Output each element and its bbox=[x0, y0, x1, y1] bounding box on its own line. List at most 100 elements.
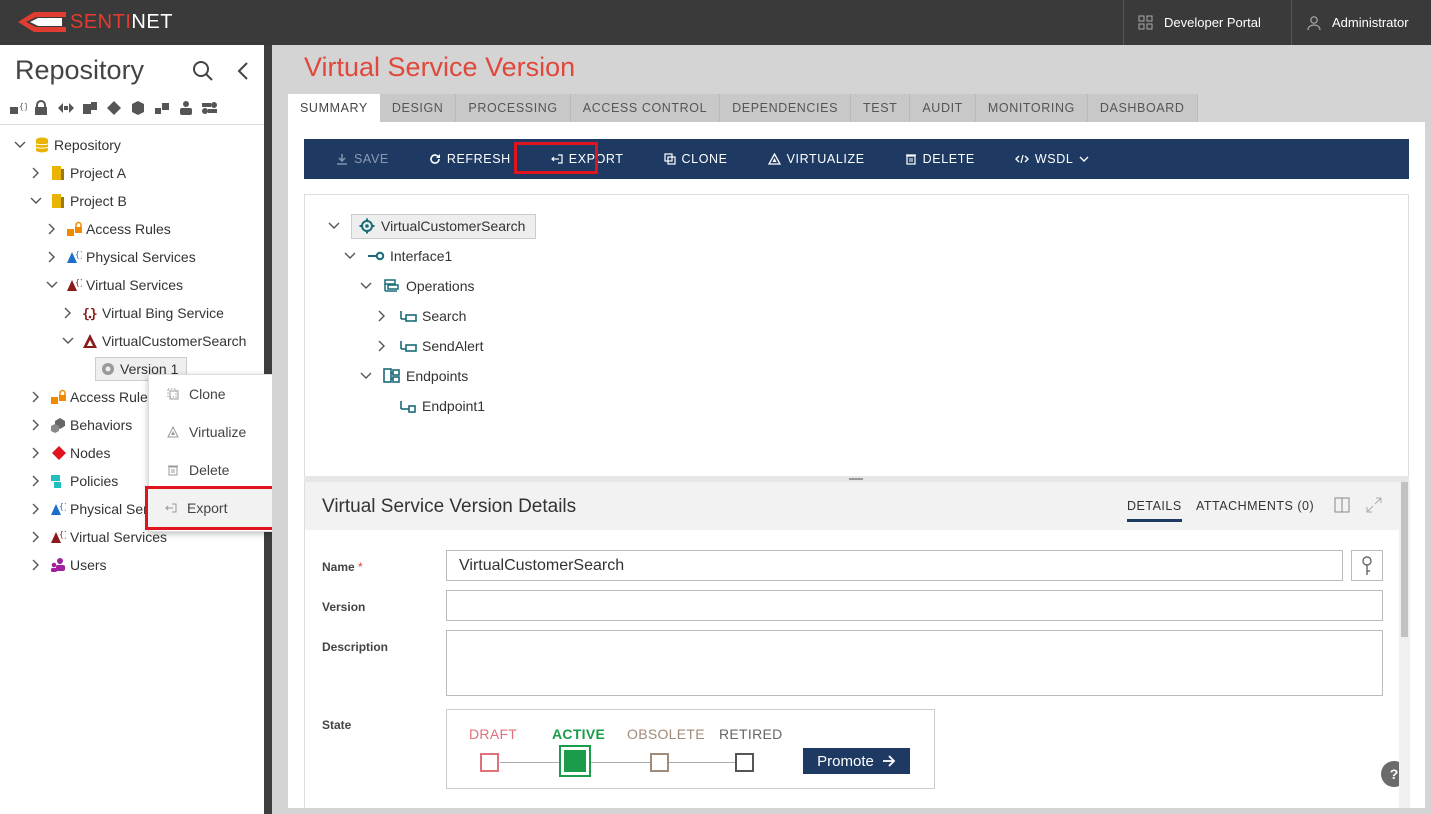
tab-dependencies[interactable]: DEPENDENCIES bbox=[720, 94, 852, 122]
scrollbar-thumb[interactable] bbox=[1401, 482, 1408, 637]
splitter-grip[interactable] bbox=[849, 478, 863, 480]
refresh-button[interactable]: REFRESH bbox=[409, 139, 531, 179]
tab-monitoring[interactable]: MONITORING bbox=[975, 94, 1088, 122]
chevron-right-icon[interactable] bbox=[28, 559, 44, 571]
tree-item-physical-services[interactable]: {} Physical Services bbox=[44, 245, 196, 269]
policies-filter-icon[interactable] bbox=[198, 97, 222, 119]
expand-icon[interactable] bbox=[1366, 497, 1382, 513]
chevron-right-icon[interactable] bbox=[28, 503, 44, 515]
service-filter-icon[interactable] bbox=[150, 97, 174, 119]
developer-portal-link[interactable]: Developer Portal bbox=[1123, 0, 1291, 45]
tree-label: Physical Ser bbox=[70, 501, 148, 517]
tree-item-root-physical-services[interactable]: {} Physical Ser bbox=[28, 497, 148, 521]
state-obsolete-marker[interactable] bbox=[650, 753, 669, 772]
wsdl-dropdown[interactable]: WSDL bbox=[995, 139, 1110, 179]
sentinet-logo[interactable]: SENTINET bbox=[16, 9, 173, 35]
chevron-down-icon[interactable] bbox=[60, 337, 76, 345]
tree-item-virtual-bing-service[interactable]: {} Virtual Bing Service bbox=[60, 301, 224, 325]
top-bar: SENTINET Developer Portal Administrator bbox=[0, 0, 1431, 45]
chevron-right-icon[interactable] bbox=[28, 391, 44, 403]
tab-processing[interactable]: PROCESSING bbox=[456, 94, 571, 122]
chevron-right-icon[interactable] bbox=[28, 419, 44, 431]
structure-interface[interactable]: Interface1 bbox=[343, 244, 452, 268]
state-active-marker[interactable] bbox=[564, 750, 586, 772]
name-field[interactable]: VirtualCustomerSearch bbox=[446, 550, 1343, 581]
context-menu-label: Delete bbox=[189, 462, 230, 478]
promote-button[interactable]: Promote bbox=[803, 748, 910, 774]
tab-dashboard[interactable]: DASHBOARD bbox=[1087, 94, 1198, 122]
state-workflow: DRAFT ACTIVE OBSOLETE RETIRED Promote bbox=[446, 709, 935, 789]
tab-details[interactable]: DETAILS bbox=[1127, 499, 1182, 522]
chevron-down-icon[interactable] bbox=[327, 222, 341, 230]
delete-button[interactable]: DELETE bbox=[885, 139, 995, 179]
user-menu[interactable]: Administrator bbox=[1291, 0, 1431, 45]
tab-test[interactable]: TEST bbox=[851, 94, 911, 122]
endpoint-filter-icon[interactable] bbox=[54, 97, 78, 119]
tree-item-project-b[interactable]: Project B bbox=[28, 189, 127, 213]
chevron-down-icon[interactable] bbox=[343, 252, 357, 260]
virtualize-button[interactable]: VIRTUALIZE bbox=[748, 139, 885, 179]
structure-endpoints[interactable]: Endpoints bbox=[359, 364, 468, 388]
tree-item-repository[interactable]: Repository bbox=[12, 133, 121, 157]
chevron-right-icon[interactable] bbox=[375, 340, 389, 352]
chevron-right-icon[interactable] bbox=[28, 475, 44, 487]
tree-item-project-a[interactable]: Project A bbox=[28, 161, 126, 185]
chevron-right-icon[interactable] bbox=[28, 167, 44, 179]
tab-design[interactable]: DESIGN bbox=[379, 94, 457, 122]
key-button[interactable] bbox=[1351, 550, 1383, 581]
structure-operation-sendalert[interactable]: SendAlert bbox=[375, 334, 483, 358]
structure-endpoint1[interactable]: Endpoint1 bbox=[399, 394, 485, 418]
details-scrollbar[interactable] bbox=[1399, 482, 1410, 808]
tab-audit[interactable]: AUDIT bbox=[910, 94, 976, 122]
structure-operations[interactable]: Operations bbox=[359, 274, 474, 298]
root-node[interactable]: VirtualCustomerSearch bbox=[351, 213, 537, 239]
tab-attachments[interactable]: ATTACHMENTS (0) bbox=[1196, 499, 1314, 513]
state-label: State bbox=[322, 718, 352, 732]
structure-operation-search[interactable]: Search bbox=[375, 304, 466, 328]
split-view-icon[interactable] bbox=[1334, 497, 1350, 513]
tree-label: Access Rules bbox=[70, 389, 155, 405]
collapse-sidebar-icon[interactable] bbox=[236, 60, 250, 82]
search-icon[interactable] bbox=[192, 60, 214, 82]
chevron-down-icon[interactable] bbox=[359, 282, 373, 290]
required-marker: * bbox=[358, 560, 363, 574]
physical-services-icon: {} bbox=[50, 501, 66, 517]
version-field[interactable] bbox=[446, 590, 1383, 621]
tab-bar: SUMMARY DESIGN PROCESSING ACCESS CONTROL… bbox=[288, 94, 1198, 122]
structure-root[interactable]: VirtualCustomerSearch bbox=[327, 213, 537, 239]
project-filter-icon[interactable] bbox=[78, 97, 102, 119]
tree-item-access-rules[interactable]: Access Rules bbox=[44, 217, 171, 241]
clone-icon bbox=[663, 153, 676, 165]
lock-filter-icon[interactable] bbox=[30, 97, 54, 119]
chevron-right-icon[interactable] bbox=[60, 307, 76, 319]
chevron-down-icon[interactable] bbox=[28, 197, 44, 205]
trash-icon bbox=[905, 154, 916, 165]
state-retired-marker[interactable] bbox=[735, 753, 754, 772]
tree-item-policies[interactable]: Policies bbox=[28, 469, 118, 493]
chevron-right-icon[interactable] bbox=[44, 251, 60, 263]
chevron-right-icon[interactable] bbox=[28, 531, 44, 543]
tab-access-control[interactable]: ACCESS CONTROL bbox=[570, 94, 721, 122]
tree-item-virtual-services[interactable]: {} Virtual Services bbox=[44, 273, 183, 297]
tree-item-virtual-customer-search[interactable]: VirtualCustomerSearch bbox=[60, 329, 246, 353]
users-filter-icon[interactable] bbox=[174, 97, 198, 119]
state-draft-marker[interactable] bbox=[480, 753, 499, 772]
chevron-down-icon[interactable] bbox=[12, 141, 28, 149]
chevron-down-icon[interactable] bbox=[359, 372, 373, 380]
node-filter-icon[interactable] bbox=[102, 97, 126, 119]
chevron-right-icon[interactable] bbox=[28, 447, 44, 459]
tree-item-nodes[interactable]: Nodes bbox=[28, 441, 110, 465]
behavior-filter-icon[interactable] bbox=[126, 97, 150, 119]
chevron-right-icon[interactable] bbox=[44, 223, 60, 235]
tab-summary[interactable]: SUMMARY bbox=[288, 94, 380, 122]
tree-item-root-access-rules[interactable]: Access Rules bbox=[28, 385, 155, 409]
chevron-right-icon[interactable] bbox=[375, 310, 389, 322]
chevron-down-icon[interactable] bbox=[44, 281, 60, 289]
description-field[interactable] bbox=[446, 630, 1383, 696]
rest-service-icon: {} bbox=[82, 305, 98, 321]
access-rules-filter-icon[interactable]: {} bbox=[6, 97, 30, 119]
save-button[interactable]: SAVE bbox=[304, 139, 409, 179]
tree-item-behaviors[interactable]: Behaviors bbox=[28, 413, 132, 437]
tree-item-users[interactable]: Users bbox=[28, 553, 107, 577]
clone-button[interactable]: CLONE bbox=[644, 139, 748, 179]
